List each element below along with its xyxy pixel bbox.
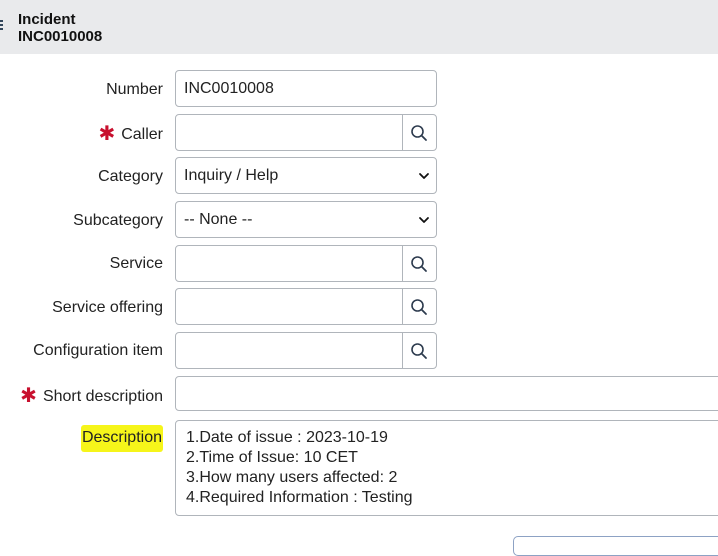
category-label: Category [98, 168, 163, 185]
service-label: Service [109, 255, 163, 272]
chevron-down-icon [419, 217, 429, 223]
description-label-text: Description [80, 425, 163, 452]
search-icon [410, 298, 427, 315]
search-icon [410, 342, 427, 359]
configuration-item-input[interactable] [176, 333, 403, 368]
caller-input[interactable] [176, 115, 403, 150]
description-line: 3.How many users affected: 2 [186, 469, 398, 486]
subcategory-value: -- None -- [184, 211, 253, 228]
menu-grip-icon[interactable] [0, 20, 3, 32]
service-lookup-button[interactable] [401, 246, 436, 281]
chevron-down-icon [419, 173, 429, 179]
search-icon [410, 124, 427, 141]
short-description-label-text: Short description [42, 388, 163, 405]
subcategory-select[interactable]: -- None -- [175, 201, 437, 238]
short-description-input[interactable] [175, 376, 718, 411]
caller-label-text: Caller [121, 126, 163, 143]
number-label: Number [106, 81, 163, 98]
service-offering-input[interactable] [176, 289, 403, 324]
service-input[interactable] [176, 246, 403, 281]
configuration-item-lookup-button[interactable] [401, 333, 436, 368]
number-value: INC0010008 [184, 80, 274, 97]
description-line: 1.Date of issue : 2023-10-19 [186, 429, 388, 446]
description-label: Description [80, 425, 163, 452]
category-select[interactable]: Inquiry / Help [175, 157, 437, 194]
partial-button[interactable] [513, 536, 718, 556]
service-offering-lookup-button[interactable] [401, 289, 436, 324]
search-icon [410, 255, 427, 272]
category-value: Inquiry / Help [184, 167, 279, 184]
record-number-title: INC0010008 [18, 28, 103, 45]
form-header: Incident INC0010008 [0, 0, 718, 54]
caller-lookup-button[interactable] [401, 115, 436, 150]
description-line: 2.Time of Issue: 10 CET [186, 449, 358, 466]
caller-reference [175, 114, 437, 151]
configuration-item-label: Configuration item [33, 342, 163, 359]
subcategory-label: Subcategory [73, 212, 163, 229]
description-textarea[interactable]: 1.Date of issue : 2023-10-19 2.Time of I… [175, 420, 718, 516]
number-field[interactable]: INC0010008 [175, 70, 437, 107]
record-type-title: Incident [18, 11, 76, 28]
short-description-label: ✱ Short description [20, 385, 163, 407]
service-offering-label: Service offering [52, 299, 163, 316]
service-reference [175, 245, 437, 282]
configuration-item-reference [175, 332, 437, 369]
required-asterisk-icon: ✱ [98, 123, 116, 145]
description-line: 4.Required Information : Testing [186, 489, 413, 506]
required-asterisk-icon: ✱ [20, 385, 37, 407]
service-offering-reference [175, 288, 437, 325]
caller-label: ✱ Caller [98, 123, 163, 145]
